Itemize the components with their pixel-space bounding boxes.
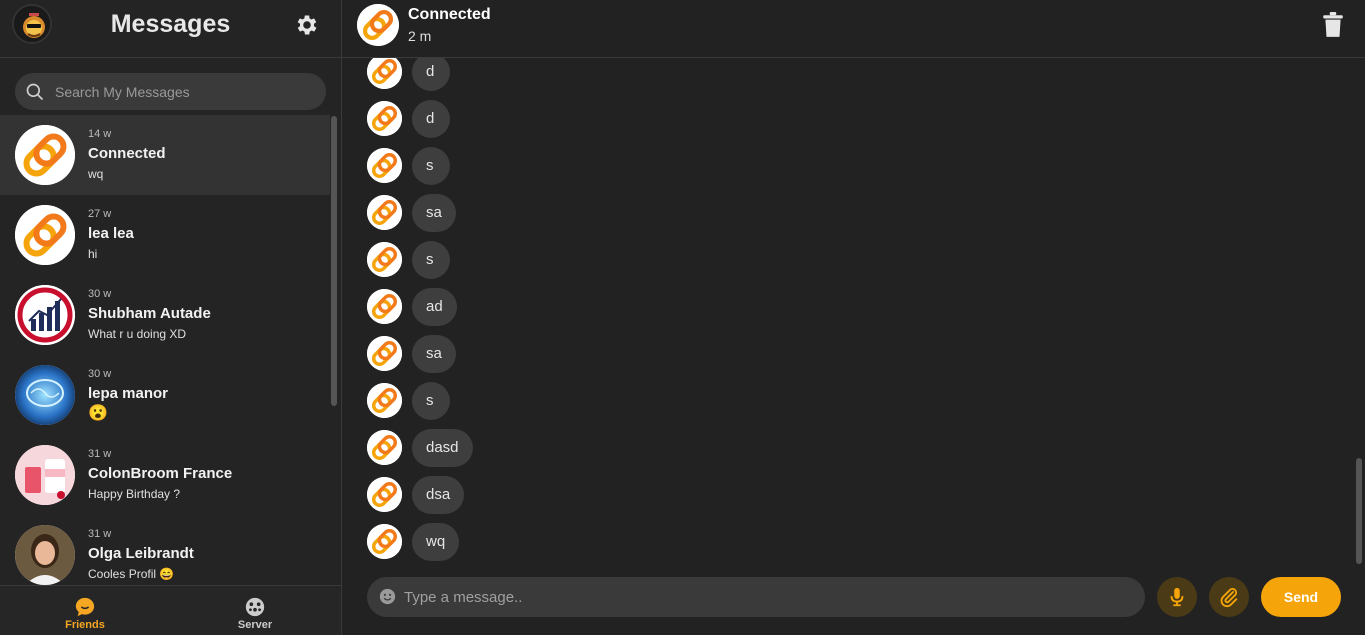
conversation-list: 14 w Connected wq 27 w lea lea hi 30 w S… xyxy=(0,115,330,585)
message-list: d d s sa s ad sa s dasd dsa wq xyxy=(342,58,1365,568)
conversation-preview: What r u doing XD xyxy=(88,327,187,341)
conversation-name: Connected xyxy=(88,145,166,162)
send-button[interactable]: Send xyxy=(1261,577,1341,617)
conversation-name: Olga Leibrandt xyxy=(88,545,194,562)
server-icon xyxy=(245,597,265,617)
conversation-item-lepa-manor[interactable]: 30 w lepa manor 😮 xyxy=(0,355,330,435)
emoji-icon[interactable] xyxy=(379,588,396,605)
nav-friends-label: Friends xyxy=(65,619,105,631)
voice-record-button[interactable] xyxy=(1157,577,1197,617)
gear-icon[interactable] xyxy=(294,12,320,38)
search-bar[interactable] xyxy=(15,73,326,110)
message-bubble[interactable]: sa xyxy=(412,335,456,373)
connected-logo-icon xyxy=(367,383,402,418)
message-bubble[interactable]: dsa xyxy=(412,476,465,514)
chat-bubble-icon xyxy=(75,597,95,617)
chat-header: Connected 2 m xyxy=(342,0,1365,58)
message-composer[interactable] xyxy=(367,577,1145,617)
message-bubble[interactable]: ad xyxy=(412,288,457,326)
message-bubble[interactable]: sa xyxy=(412,194,456,232)
connected-logo-icon xyxy=(367,58,402,89)
contact-last-seen: 2 m xyxy=(408,28,432,44)
conversation-time: 30 w xyxy=(88,288,112,300)
connected-logo-icon xyxy=(367,101,402,136)
conversation-time: 27 w xyxy=(88,208,112,220)
conversation-item-connected[interactable]: 14 w Connected wq xyxy=(0,115,330,195)
connected-logo-icon xyxy=(367,430,402,465)
message-bubble[interactable]: dasd xyxy=(412,429,473,467)
nav-server-tab[interactable]: Server xyxy=(215,596,295,631)
sidebar-header: Messages xyxy=(0,0,341,58)
message-input[interactable] xyxy=(404,577,1124,617)
messenger-app: Messages 14 w Connected wq xyxy=(0,0,1365,635)
conversation-name: lepa manor xyxy=(88,385,169,402)
conversation-preview: Happy Birthday ? xyxy=(88,487,181,501)
conversation-preview: Cooles Profil 😄 xyxy=(88,567,175,581)
conversation-time: 30 w xyxy=(88,368,112,380)
message-bubble[interactable]: s xyxy=(412,241,450,279)
chat-panel: Connected 2 m d d s sa s ad sa s dasd ds… xyxy=(342,0,1365,635)
product-photo-icon xyxy=(15,445,75,505)
message-list-scrollbar[interactable] xyxy=(1356,458,1362,564)
conversation-item-olga-leibrandt[interactable]: 31 w Olga Leibrandt Cooles Profil 😄 xyxy=(0,515,330,585)
conversation-preview: hi xyxy=(88,247,98,261)
connected-logo-icon xyxy=(367,524,402,559)
nav-friends-tab[interactable]: Friends xyxy=(45,596,125,631)
connected-logo-icon xyxy=(15,205,75,265)
message-bubble[interactable]: s xyxy=(412,147,450,185)
conversation-item-shubham-autade[interactable]: 30 w Shubham Autade What r u doing XD xyxy=(0,275,330,355)
connected-logo-icon xyxy=(367,195,402,230)
conversation-time: 31 w xyxy=(88,528,112,540)
message-bubble[interactable]: d xyxy=(412,58,450,91)
contact-name: Connected xyxy=(408,6,491,23)
search-icon xyxy=(26,83,44,101)
trash-icon[interactable] xyxy=(1322,12,1344,38)
message-bubble[interactable]: d xyxy=(412,100,450,138)
contact-avatar[interactable] xyxy=(357,4,399,46)
connected-logo-icon xyxy=(367,477,402,512)
conversation-preview: 😮 xyxy=(88,405,108,422)
bottom-nav: Friends Server xyxy=(0,585,341,635)
conversation-list-scrollbar[interactable] xyxy=(331,116,337,406)
message-bubble[interactable]: wq xyxy=(412,523,460,561)
conversation-item-lea-lea[interactable]: 27 w lea lea hi xyxy=(0,195,330,275)
attach-file-button[interactable] xyxy=(1209,577,1249,617)
person-photo-icon xyxy=(15,525,75,585)
connected-logo-icon xyxy=(367,336,402,371)
sidebar: Messages 14 w Connected wq xyxy=(0,0,342,635)
connected-logo-icon xyxy=(367,242,402,277)
conversation-time: 31 w xyxy=(88,448,112,460)
paperclip-icon xyxy=(1220,588,1238,608)
page-title: Messages xyxy=(110,10,231,38)
conversation-time: 14 w xyxy=(88,128,112,140)
nav-server-label: Server xyxy=(237,619,273,631)
microphone-icon xyxy=(1170,587,1184,607)
chart-logo-icon xyxy=(15,285,75,345)
connected-logo-icon xyxy=(15,125,75,185)
connected-logo-icon xyxy=(367,148,402,183)
conversation-name: Shubham Autade xyxy=(88,305,211,322)
message-bubble[interactable]: s xyxy=(412,382,450,420)
conversation-name: lea lea xyxy=(88,225,134,242)
search-input[interactable] xyxy=(55,73,315,110)
conversation-name: ColonBroom France xyxy=(88,465,233,482)
brain-photo-icon xyxy=(15,365,75,425)
conversation-item-colonbroom-france[interactable]: 31 w ColonBroom France Happy Birthday ? xyxy=(0,435,330,515)
connected-logo-icon xyxy=(367,289,402,324)
conversation-preview: wq xyxy=(88,167,104,181)
